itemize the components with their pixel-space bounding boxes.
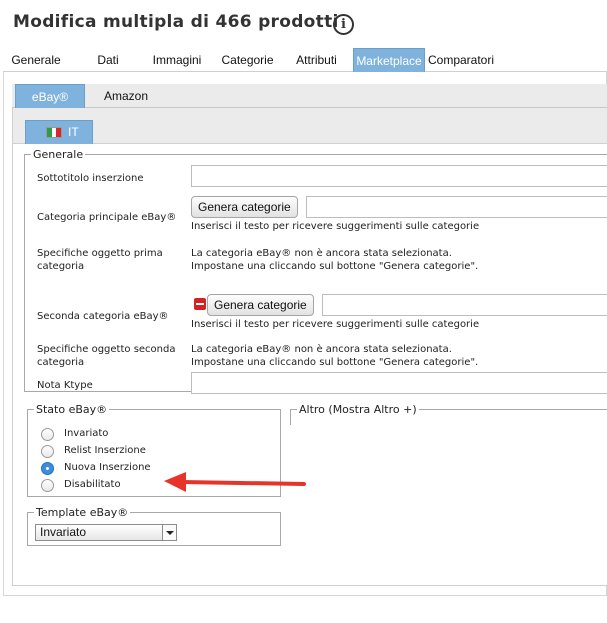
categoria-principale-input[interactable] (306, 196, 607, 218)
tab-attributi[interactable]: Attributi (283, 48, 350, 72)
language-content: Generale Sottotitolo inserzione Categori… (13, 144, 607, 584)
template-select-value: Invariato (40, 525, 87, 539)
specifiche-seconda-text-1: La categoria eBay® non è ancora stata se… (191, 344, 452, 355)
stato-ebay-legend: Stato eBay® (36, 403, 108, 416)
language-tab-bar: IT (13, 108, 607, 144)
genera-categorie-button-2[interactable]: Genera categorie (207, 294, 314, 316)
radio-disabilitato-label: Disabilitato (64, 479, 121, 490)
categoria-principale-label: Categoria principale eBay® (37, 212, 177, 223)
tab-language-it[interactable]: IT (25, 120, 93, 144)
specifiche-prima-label: Specifiche oggetto prima categoria (37, 248, 163, 272)
sottotitolo-input[interactable] (191, 165, 607, 187)
specifiche-seconda-label: Specifiche oggetto seconda categoria (37, 344, 176, 368)
marketplace-panel: eBay® Amazon IT Generale Sottotitolo ins… (3, 72, 607, 596)
italy-flag-icon (46, 127, 62, 138)
nota-ktype-input[interactable] (191, 372, 607, 394)
sottotitolo-label: Sottotitolo inserzione (37, 173, 144, 184)
chevron-down-icon (162, 525, 176, 540)
annotation-arrow-icon (164, 472, 306, 492)
altro-section: Altro (Mostra Altro +) (290, 403, 607, 425)
specifiche-seconda-text-2: Impostane una cliccando sul bottone "Gen… (191, 357, 479, 368)
tab-generale[interactable]: Generale (3, 48, 69, 72)
radio-relist-control[interactable] (41, 445, 54, 458)
radio-nuova-control[interactable] (41, 462, 54, 475)
template-select[interactable]: Invariato (35, 524, 177, 541)
radio-invariato-label: Invariato (64, 428, 109, 439)
marketplace-tab-bar: eBay® Amazon (12, 84, 607, 108)
tab-categorie[interactable]: Categorie (214, 48, 281, 72)
template-ebay-legend: Template eBay® (36, 506, 129, 519)
tab-ebay[interactable]: eBay® (15, 84, 85, 108)
ebay-panel: IT Generale Sottotitolo inserzione Categ… (12, 108, 607, 586)
seconda-categoria-label: Seconda categoria eBay® (37, 311, 169, 322)
main-tab-bar: Generale Dati Immagini Categorie Attribu… (3, 48, 607, 72)
nota-ktype-label: Nota Ktype (37, 380, 93, 391)
specifiche-prima-text-1: La categoria eBay® non è ancora stata se… (191, 248, 452, 259)
specifiche-prima-text-2: Impostane una cliccando sul bottone "Gen… (191, 261, 479, 272)
seconda-categoria-input[interactable] (322, 294, 607, 316)
tab-comparatori[interactable]: Comparatori (426, 48, 496, 72)
tab-immagini[interactable]: Immagini (144, 48, 210, 72)
genera-categorie-button[interactable]: Genera categorie (191, 196, 298, 218)
remove-icon[interactable] (194, 298, 206, 310)
radio-invariato-control[interactable] (41, 428, 54, 441)
radio-disabilitato-control[interactable] (41, 479, 54, 492)
tab-amazon[interactable]: Amazon (90, 84, 162, 108)
info-icon[interactable]: i (333, 14, 354, 35)
tab-dati[interactable]: Dati (73, 48, 143, 72)
radio-relist-label: Relist Inserzione (64, 445, 146, 456)
language-label: IT (68, 125, 79, 139)
seconda-categoria-hint: Inserisci il testo per ricevere suggerim… (191, 319, 480, 330)
page-title: Modifica multipla di 466 prodotti (13, 12, 339, 32)
tab-marketplace[interactable]: Marketplace (353, 48, 425, 72)
categoria-principale-hint: Inserisci il testo per ricevere suggerim… (191, 221, 480, 232)
generale-legend: Generale (33, 148, 84, 161)
altro-legend[interactable]: Altro (Mostra Altro +) (297, 403, 419, 416)
radio-nuova-label: Nuova Inserzione (64, 462, 151, 473)
